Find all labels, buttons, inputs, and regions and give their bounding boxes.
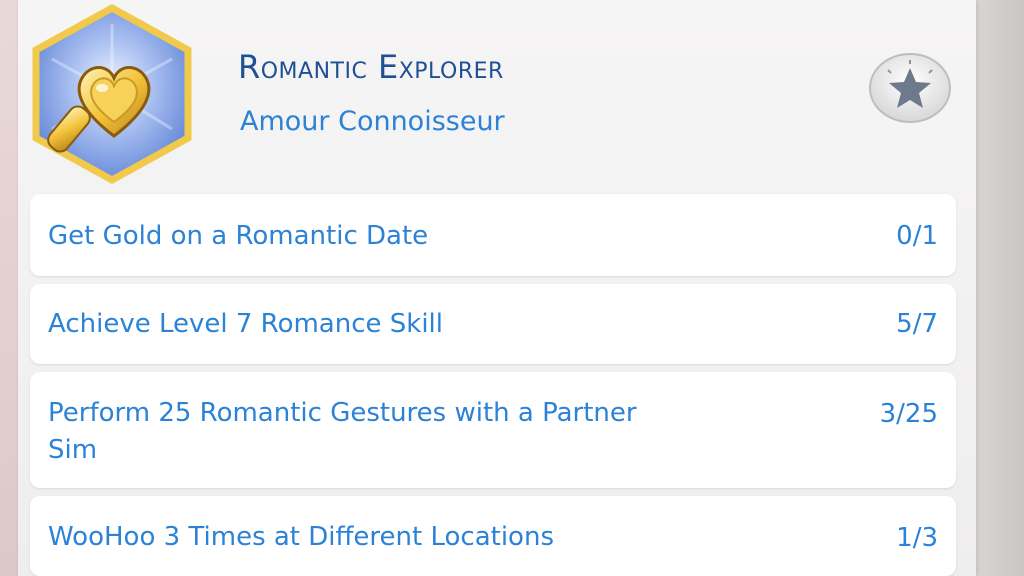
background-right: [974, 0, 1024, 576]
objective-progress: 5/7: [896, 309, 938, 339]
objective-progress: 0/1: [896, 221, 938, 251]
objective-progress: 3/25: [879, 399, 938, 429]
star-icon: [869, 53, 951, 123]
objective-row: Get Gold on a Romantic Date 0/1: [30, 194, 956, 276]
aspiration-badge: [22, 4, 202, 184]
objective-row: Perform 25 Romantic Gestures with a Part…: [30, 372, 956, 488]
objective-list: Get Gold on a Romantic Date 0/1 Achieve …: [30, 194, 956, 576]
objective-row: WooHoo 3 Times at Different Locations 1/…: [30, 496, 956, 576]
aspiration-subtitle: Amour Connoisseur: [240, 106, 505, 137]
background-left: [0, 0, 20, 576]
track-aspiration-button[interactable]: [866, 50, 954, 126]
objective-label: WooHoo 3 Times at Different Locations: [48, 522, 554, 552]
objective-label: Perform 25 Romantic Gestures with a Part…: [48, 398, 637, 465]
objective-row: Achieve Level 7 Romance Skill 5/7: [30, 284, 956, 364]
heart-magnifying-glass-icon: [32, 4, 192, 184]
objective-progress: 1/3: [896, 523, 938, 553]
aspiration-title: Romantic Explorer: [238, 48, 504, 86]
objective-label: Get Gold on a Romantic Date: [48, 221, 429, 251]
objective-label: Achieve Level 7 Romance Skill: [48, 309, 444, 339]
